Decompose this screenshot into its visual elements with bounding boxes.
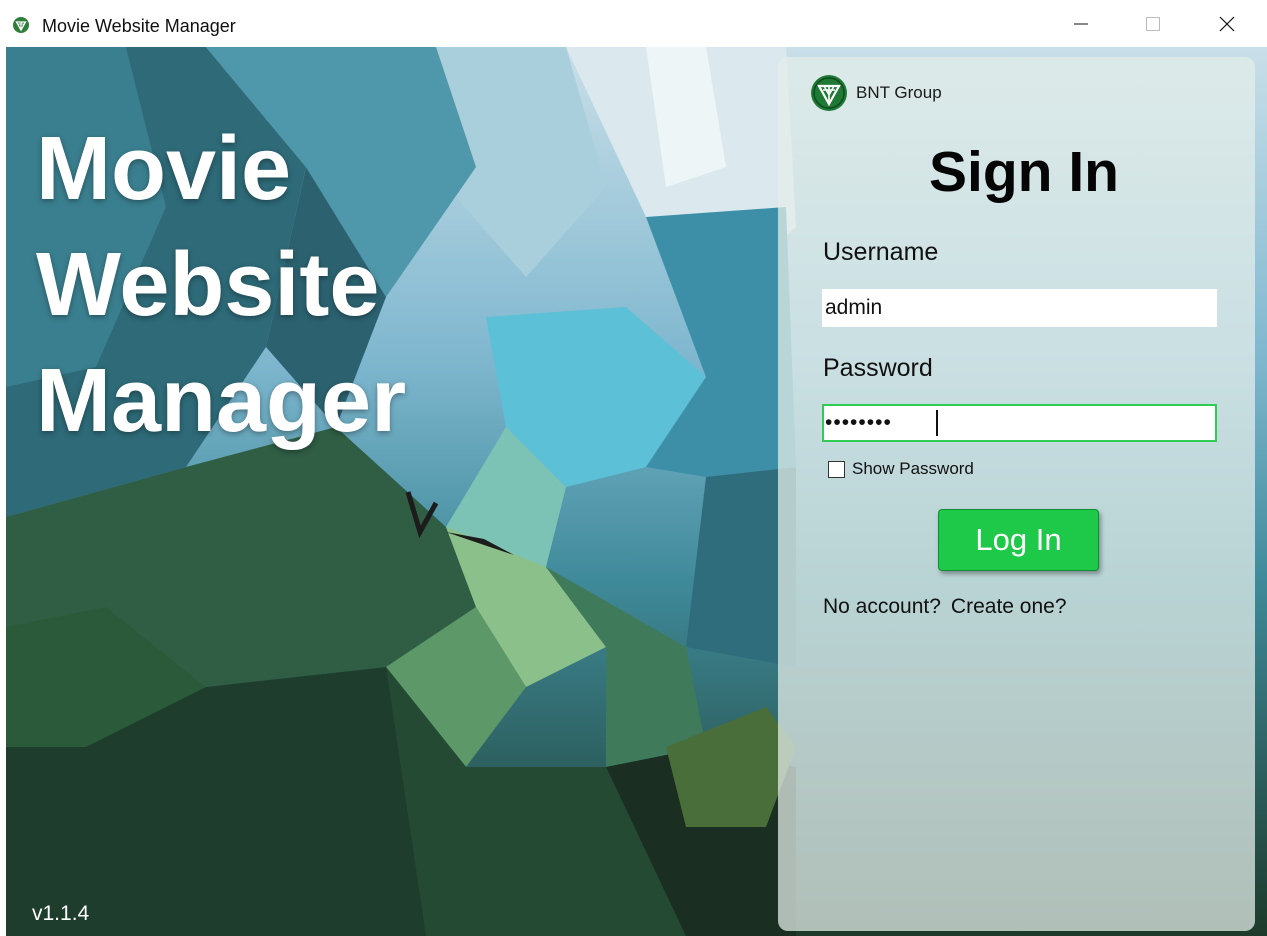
sign-in-title: Sign In <box>929 140 1119 204</box>
hero-title: Movie Website Manager <box>36 111 596 459</box>
text-caret <box>936 410 938 436</box>
hero-line-3: Manager <box>36 351 407 451</box>
show-password-checkbox[interactable] <box>828 460 845 478</box>
brand-name: BNT Group <box>856 83 942 102</box>
show-password-toggle[interactable]: Show Password <box>828 459 974 479</box>
username-label: Username <box>823 238 939 266</box>
no-account-text: No account? <box>823 595 941 618</box>
create-account-link[interactable]: Create one? <box>951 595 1067 618</box>
maximize-icon <box>1146 16 1160 31</box>
hero-line-2: Website <box>36 235 380 335</box>
bnt-logo-icon <box>13 17 29 33</box>
close-icon <box>1219 16 1235 31</box>
close-button[interactable] <box>1192 0 1262 47</box>
window-title: Movie Website Manager <box>42 16 236 36</box>
title-bar[interactable]: Movie Website Manager <box>0 0 1267 47</box>
version-label: v1.1.4 <box>32 902 90 925</box>
hero-line-1: Movie <box>36 119 292 219</box>
bnt-logo-icon <box>811 75 847 111</box>
maximize-button[interactable] <box>1118 0 1188 47</box>
account-prompt: No account? Create one? <box>823 595 1067 619</box>
minimize-icon <box>1074 23 1088 24</box>
password-label: Password <box>823 354 933 382</box>
username-input[interactable] <box>822 289 1217 327</box>
show-password-label[interactable]: Show Password <box>852 459 974 479</box>
sign-in-panel: BNT Group Sign In Username Password Show… <box>778 57 1255 931</box>
login-screen: Movie Website Manager v1.1.4 BNT Group S… <box>6 47 1267 936</box>
app-window: Movie Website Manager Movie Website Mana… <box>0 0 1267 936</box>
log-in-button[interactable]: Log In <box>938 509 1099 571</box>
password-input[interactable] <box>822 404 1217 442</box>
brand: BNT Group <box>811 75 942 111</box>
minimize-button[interactable] <box>1046 0 1116 47</box>
